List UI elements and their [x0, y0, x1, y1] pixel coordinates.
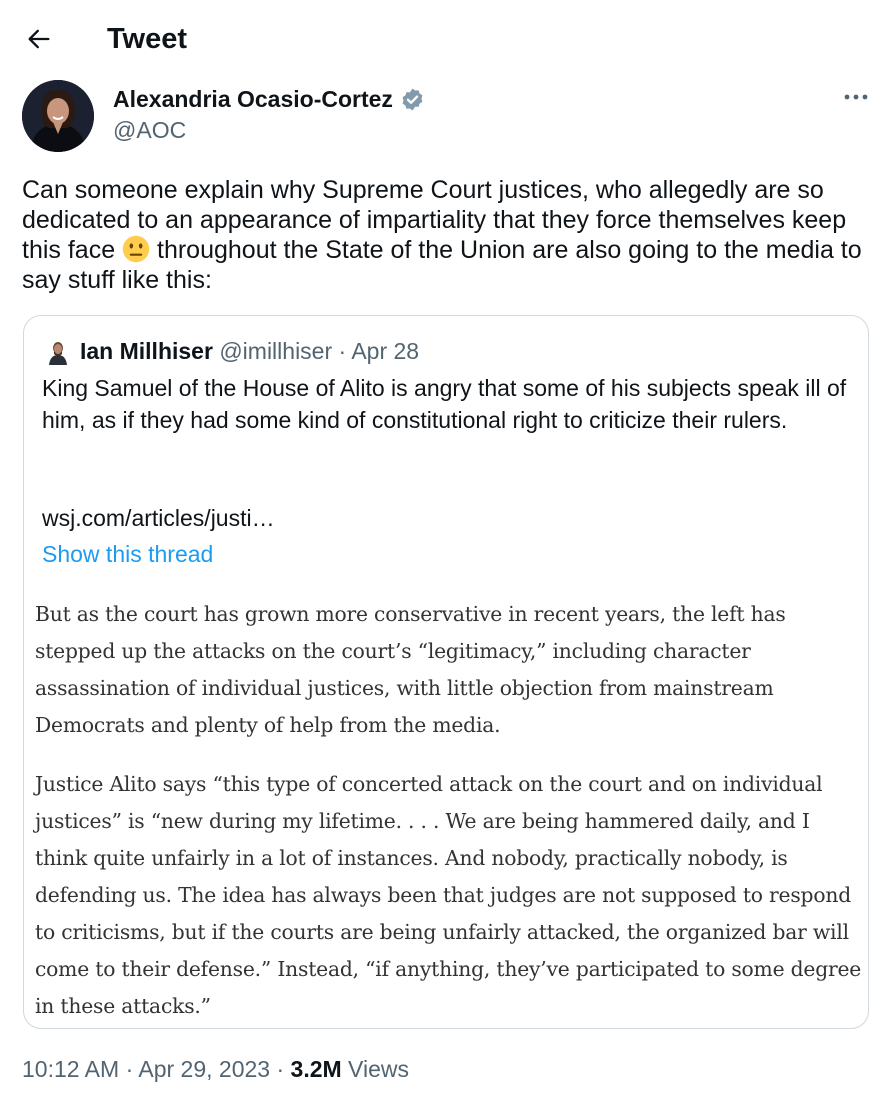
author-name[interactable]: Alexandria Ocasio-Cortez [113, 84, 393, 114]
avatar-image [22, 80, 94, 152]
more-options-button[interactable] [838, 82, 874, 112]
footer-separator: · [119, 1056, 139, 1082]
quote-author-name[interactable]: Ian Millhiser [80, 338, 213, 364]
views-count: 3.2M [290, 1056, 342, 1082]
arrow-left-icon [28, 29, 50, 49]
quote-author-handle[interactable]: @imillhiser [219, 338, 332, 364]
quote-date[interactable]: Apr 28 [351, 338, 419, 364]
article-paragraph: Justice Alito says “this type of concert… [35, 772, 862, 1018]
quoted-tweet[interactable]: Ian Millhiser @imillhiser · Apr 28 King … [23, 315, 869, 1029]
quote-separator: · [332, 338, 352, 364]
footer-separator: · [270, 1056, 291, 1082]
neutral-face-emoji [122, 235, 150, 263]
author-name-row: Alexandria Ocasio-Cortez [113, 82, 425, 116]
quote-author-avatar[interactable] [45, 339, 71, 365]
tweet-footer: 10:12 AM · Apr 29, 2023 · 3.2M Views [22, 1053, 409, 1085]
back-button[interactable] [22, 22, 56, 56]
page-title: Tweet [107, 23, 188, 55]
verified-badge-icon [402, 88, 423, 110]
article-screenshot: But as the court has grown more conserva… [35, 596, 867, 1025]
more-dots-icon [844, 94, 868, 100]
quote-meta: Ian Millhiser @imillhiser · Apr 28 [80, 336, 419, 366]
author-handle[interactable]: @AOC [113, 115, 186, 145]
views-label: Views [341, 1056, 409, 1082]
author-avatar[interactable] [22, 80, 94, 152]
tweet-date[interactable]: Apr 29, 2023 [138, 1056, 270, 1082]
tweet-header: Tweet [0, 0, 890, 80]
show-thread-link[interactable]: Show this thread [42, 538, 213, 570]
quote-text: King Samuel of the House of Alito is ang… [42, 375, 847, 433]
quote-link[interactable]: wsj.com/articles/justi… [42, 502, 275, 534]
tweet-text: Can someone explain why Supreme Court ju… [22, 175, 872, 295]
tweet-time[interactable]: 10:12 AM [22, 1056, 119, 1082]
article-paragraph: But as the court has grown more conserva… [35, 602, 786, 737]
